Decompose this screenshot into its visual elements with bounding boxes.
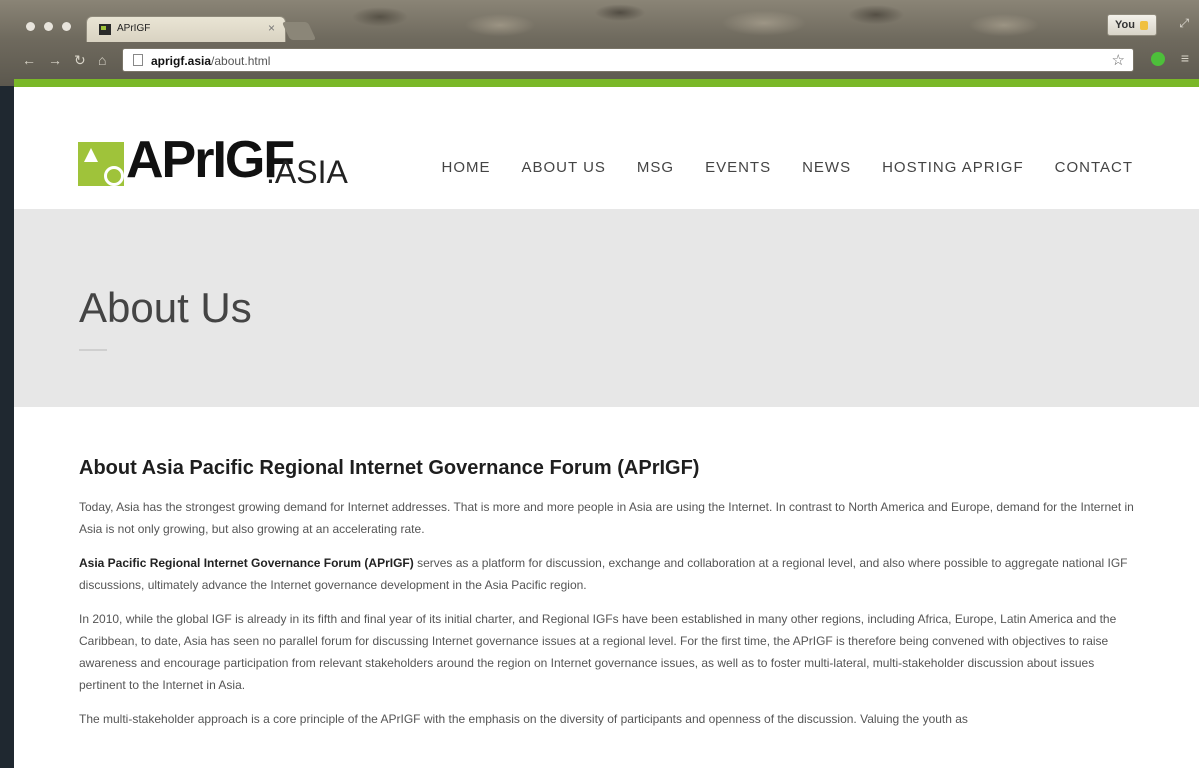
- title-divider: [79, 349, 107, 351]
- logo-suffix: .ASIA: [266, 154, 348, 190]
- page-icon: [133, 54, 143, 66]
- paragraph-4: The multi-stakeholder approach is a core…: [79, 712, 968, 726]
- paragraph-1: Today, Asia has the strongest growing de…: [79, 500, 1134, 536]
- browser-theme-background: [300, 0, 1100, 42]
- paragraph-2: Asia Pacific Regional Internet Governanc…: [79, 552, 1139, 596]
- url-path: /about.html: [211, 54, 271, 68]
- site-header: APrIGF .ASIA HOME ABOUT US MSG EVENTS NE…: [14, 87, 1199, 209]
- site-top-bar: [14, 79, 1199, 87]
- forward-icon[interactable]: →: [48, 52, 62, 68]
- browser-tab[interactable]: APrIGF ×: [86, 16, 286, 42]
- main-nav: HOME ABOUT US MSG EVENTS NEWS HOSTING AP…: [411, 159, 1134, 176]
- main-content: About Asia Pacific Regional Internet Gov…: [79, 457, 1139, 742]
- tab-close-icon[interactable]: ×: [268, 21, 275, 35]
- menu-icon[interactable]: ≡: [1181, 50, 1189, 66]
- favicon-icon: [99, 24, 111, 35]
- web-page: APrIGF .ASIA HOME ABOUT US MSG EVENTS NE…: [14, 87, 1199, 768]
- site-logo[interactable]: APrIGF .ASIA: [78, 134, 348, 190]
- url-text[interactable]: aprigf.asia/about.html: [151, 54, 270, 68]
- paragraph-2-bold: Asia Pacific Regional Internet Governanc…: [79, 556, 414, 570]
- window-zoom-button[interactable]: [62, 22, 71, 31]
- fullscreen-icon[interactable]: ⤢: [1179, 16, 1189, 31]
- nav-contact[interactable]: CONTACT: [1055, 159, 1133, 176]
- home-icon[interactable]: ⌂: [98, 52, 106, 68]
- logo-mark-icon: [78, 142, 124, 186]
- nav-msg[interactable]: MSG: [637, 159, 674, 176]
- paragraph-3: In 2010, while the global IGF is already…: [79, 612, 1117, 692]
- page-banner: About Us: [14, 209, 1199, 407]
- tab-title: APrIGF: [117, 23, 151, 34]
- page-title: About Us: [79, 284, 252, 331]
- extension-icon[interactable]: [1151, 52, 1165, 66]
- nav-news[interactable]: NEWS: [802, 159, 851, 176]
- window-minimize-button[interactable]: [44, 22, 53, 31]
- section-heading: About Asia Pacific Regional Internet Gov…: [79, 457, 700, 479]
- profile-button[interactable]: You: [1107, 14, 1157, 36]
- window-close-button[interactable]: [26, 22, 35, 31]
- reload-icon[interactable]: ↻: [74, 52, 86, 69]
- bookmark-star-icon[interactable]: ☆: [1112, 51, 1125, 69]
- browser-chrome: APrIGF × You ⤢ ← → ↻ ⌂ aprigf.asia/about…: [0, 0, 1199, 86]
- nav-events[interactable]: EVENTS: [705, 159, 771, 176]
- url-domain: aprigf.asia: [151, 54, 212, 68]
- back-icon[interactable]: ←: [22, 52, 36, 68]
- nav-about-us[interactable]: ABOUT US: [522, 159, 606, 176]
- nav-hosting[interactable]: HOSTING APRIGF: [882, 159, 1024, 176]
- nav-home[interactable]: HOME: [442, 159, 491, 176]
- address-bar[interactable]: aprigf.asia/about.html ☆: [122, 48, 1134, 72]
